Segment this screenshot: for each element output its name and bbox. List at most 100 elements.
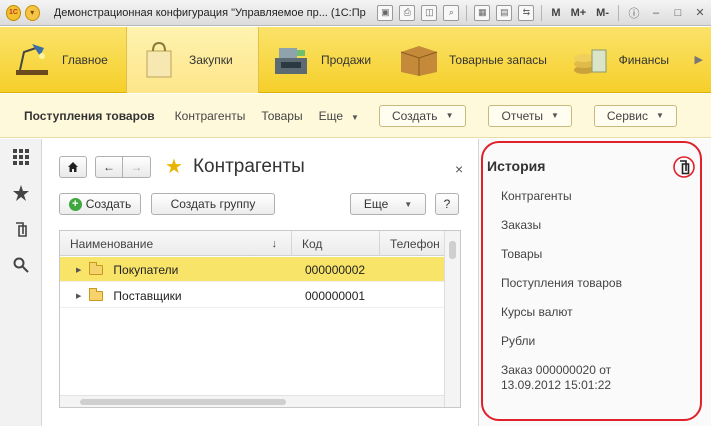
chevron-down-icon: ▼ — [351, 112, 359, 122]
form-title: Контрагенты — [192, 156, 305, 177]
create-menu-label: Создать — [391, 108, 438, 123]
func-more-label: Еще — [318, 108, 344, 123]
coins-icon — [569, 40, 611, 80]
history-item[interactable]: Заказ 000000020 от 13.09.2012 15:01:22 — [501, 363, 651, 393]
expand-triangle-icon[interactable]: ▶ — [76, 266, 81, 274]
favorite-star-icon[interactable]: ★ — [165, 157, 183, 177]
history-title: История — [487, 158, 546, 174]
func-item-goods[interactable]: Товары — [261, 109, 302, 123]
history-item[interactable]: Товары — [501, 247, 671, 262]
func-item-counterparties[interactable]: Контрагенты — [175, 109, 246, 123]
history-item[interactable]: Поступления товаров — [501, 276, 671, 291]
apps-grid-icon[interactable] — [0, 139, 42, 175]
more-button-label: Еще — [363, 197, 389, 211]
sections-panel: Главное Закупки Продажи Товарные запасы … — [0, 27, 711, 93]
home-icon — [68, 162, 78, 172]
history-item[interactable]: Рубли — [501, 334, 671, 349]
plus-icon: + — [68, 197, 82, 211]
column-phone-label: Телефон — [390, 236, 440, 251]
arrow-left-icon: ← — [103, 160, 115, 174]
scroll-thumb[interactable] — [449, 241, 456, 259]
home-button[interactable] — [59, 156, 87, 178]
desk-lamp-icon — [10, 40, 54, 80]
folder-icon — [89, 261, 104, 275]
function-bar: Поступления товаров Контрагенты Товары Е… — [0, 94, 711, 138]
chevron-down-icon: ▼ — [655, 111, 664, 120]
window-titlebar: 1С ▾ Демонстрационная конфигурация "Упра… — [0, 0, 711, 26]
main-menu-button[interactable]: ▾ — [24, 4, 40, 21]
info-icon[interactable]: ⓘ — [626, 6, 642, 20]
search-icon[interactable] — [0, 247, 42, 283]
maximize-icon[interactable]: □ — [670, 6, 686, 20]
back-button[interactable]: ← — [95, 156, 123, 178]
help-label: ? — [443, 197, 451, 211]
cash-register-icon — [269, 40, 313, 80]
create-menu-button[interactable]: Создать ▼ — [378, 104, 467, 127]
column-code-label: Код — [302, 236, 323, 251]
counterparties-form: ← → ★ Контрагенты × + Создать Создать гр… — [43, 139, 477, 426]
horizontal-scrollbar[interactable] — [60, 395, 444, 407]
print-icon[interactable]: ⎙ — [399, 4, 416, 21]
window-title: Демонстрационная конфигурация "Управляем… — [53, 6, 367, 19]
column-header-code[interactable]: Код — [292, 231, 380, 256]
find-icon[interactable]: ⌕ — [443, 4, 460, 21]
history-toggle-button[interactable] — [672, 155, 696, 179]
sort-arrow-down-icon: ↓ — [271, 237, 278, 250]
minimize-icon[interactable]: – — [648, 6, 664, 20]
toolbar-separator — [541, 4, 543, 21]
forward-button[interactable]: → — [123, 156, 151, 178]
toolbar-separator — [466, 4, 468, 21]
service-menu-button[interactable]: Сервис ▼ — [593, 104, 677, 127]
save-icon[interactable]: ▣ — [377, 4, 394, 21]
folder-icon — [89, 287, 104, 301]
preview-icon[interactable]: ◫ — [421, 4, 438, 21]
vertical-scrollbar[interactable] — [444, 231, 460, 407]
column-header-phone[interactable]: Телефон — [380, 231, 444, 256]
row-code: 000000002 — [305, 262, 366, 277]
close-form-icon[interactable]: × — [455, 161, 463, 177]
help-button[interactable]: ? — [435, 193, 459, 215]
history-item[interactable]: Курсы валют — [501, 305, 671, 320]
scroll-thumb[interactable] — [80, 399, 286, 405]
chevron-down-icon: ▼ — [550, 111, 559, 120]
func-more-menu[interactable]: Еще ▼ — [319, 109, 359, 123]
table-row[interactable]: ▶ Покупатели 000000002 — [60, 257, 444, 282]
create-button-label: Создать — [85, 197, 132, 211]
memory-minus-button[interactable]: M- — [596, 7, 609, 19]
table-header: Наименование ↓ Код Телефон — [60, 231, 444, 256]
section-finance[interactable]: Финансы — [559, 27, 679, 93]
create-group-button[interactable]: Создать группу — [151, 193, 275, 215]
chevron-down-icon: ▼ — [404, 199, 413, 209]
create-group-label: Создать группу — [170, 197, 256, 211]
column-name-label: Наименование — [70, 236, 154, 251]
sections-scroll-right-icon[interactable]: ▶ — [695, 53, 703, 66]
history-item[interactable]: Заказы — [501, 218, 671, 233]
favorites-star-icon[interactable] — [0, 175, 42, 211]
create-button[interactable]: + Создать — [59, 193, 141, 215]
section-inventory[interactable]: Товарные запасы — [387, 27, 559, 93]
history-item[interactable]: Контрагенты — [501, 189, 671, 204]
section-sales[interactable]: Продажи — [259, 27, 387, 93]
reports-menu-button[interactable]: Отчеты ▼ — [488, 104, 572, 127]
box-icon — [397, 40, 441, 80]
tools-panel — [0, 139, 42, 426]
memory-m-button[interactable]: M — [551, 7, 560, 19]
expand-triangle-icon[interactable]: ▶ — [76, 292, 81, 300]
func-item-receipts[interactable]: Поступления товаров — [24, 109, 155, 123]
close-window-icon[interactable]: ✕ — [692, 6, 708, 20]
compare-icon[interactable]: ⇆ — [518, 4, 535, 21]
calculator-icon[interactable]: ▦ — [474, 4, 491, 21]
service-menu-label: Сервис — [606, 108, 648, 123]
history-icon — [673, 156, 695, 178]
more-button[interactable]: Еще ▼ — [350, 193, 426, 215]
row-name: Поставщики — [113, 288, 182, 303]
section-main[interactable]: Главное — [0, 27, 126, 93]
history-icon[interactable] — [0, 211, 42, 247]
shopping-bag-icon — [137, 40, 181, 80]
table-row[interactable]: ▶ Поставщики 000000001 — [60, 283, 444, 308]
memory-plus-button[interactable]: M+ — [571, 7, 587, 19]
toolbar-separator — [618, 4, 619, 21]
calendar-icon[interactable]: ▤ — [496, 4, 513, 21]
section-purchases[interactable]: Закупки — [126, 27, 259, 93]
column-header-name[interactable]: Наименование ↓ — [60, 231, 292, 256]
